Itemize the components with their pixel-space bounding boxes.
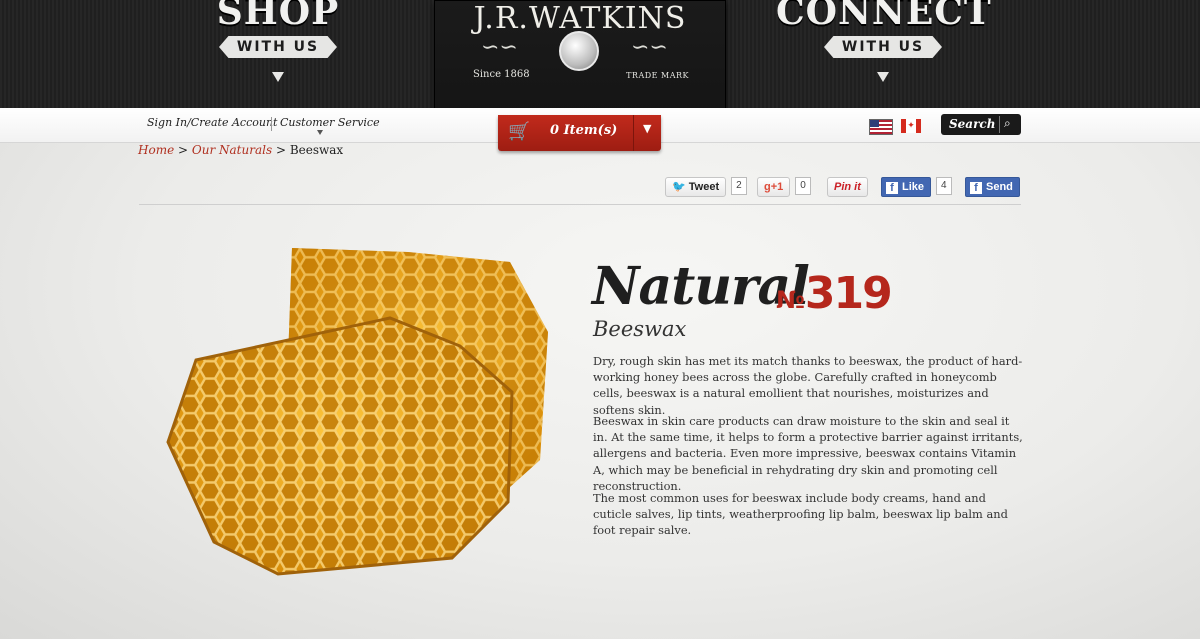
- logo-portrait-icon: [559, 31, 599, 71]
- breadcrumb-home[interactable]: Home: [138, 143, 174, 157]
- facebook-like-label: Like: [902, 181, 925, 193]
- connect-title[interactable]: CONNECT: [776, 0, 991, 36]
- search-label: Search: [949, 117, 996, 131]
- connect-nav[interactable]: CONNECT ❦ WITH US ❦: [776, 0, 991, 82]
- tweet-label: Tweet: [688, 181, 720, 193]
- divider: [271, 117, 272, 131]
- search-button[interactable]: Search ⌕: [941, 114, 1021, 135]
- canada-flag-icon[interactable]: ✦: [901, 119, 921, 133]
- flourish-left-icon: ❦: [185, 42, 199, 58]
- gplus-button[interactable]: g+1: [757, 177, 791, 197]
- logo[interactable]: J.R.WATKINS ∽∽ ∽∽ Since 1868 TRADE MARK: [434, 0, 726, 114]
- search-icon[interactable]: ⌕: [1004, 116, 1011, 131]
- facebook-icon: f: [886, 182, 898, 194]
- pinterest-widget: Pin it: [827, 177, 868, 197]
- connect-ribbon-label: WITH US: [841, 39, 925, 55]
- logo-trademark: TRADE MARK: [626, 71, 689, 80]
- gplus-count: 0: [795, 177, 811, 195]
- facebook-like-button[interactable]: f Like: [881, 177, 932, 197]
- shop-title[interactable]: SHOP: [198, 0, 358, 36]
- connect-dropdown-icon[interactable]: [877, 72, 889, 82]
- cart-icon: 🛒: [508, 121, 531, 142]
- us-flag-icon[interactable]: [869, 119, 893, 135]
- facebook-send-button[interactable]: f Send: [965, 177, 1020, 197]
- logo-swirl-left-icon: ∽∽: [481, 35, 518, 60]
- shop-ribbon[interactable]: ❦ WITH US ❦: [219, 36, 337, 58]
- product-number: №319: [776, 268, 893, 319]
- flourish-right-icon: ❦: [962, 42, 976, 58]
- customer-service-link[interactable]: Customer Service: [280, 116, 380, 129]
- tweet-button[interactable]: 🐦 Tweet: [665, 177, 727, 197]
- facebook-icon: f: [970, 182, 982, 194]
- cart-button[interactable]: 🛒 0 Item(s) ▼: [498, 115, 661, 151]
- top-header: SHOP ❦ WITH US ❦ J.R.WATKINS ∽∽ ∽∽ Since…: [0, 0, 1200, 114]
- product-name: Beeswax: [593, 317, 687, 341]
- facebook-like-widget: f Like 4: [881, 177, 952, 197]
- honeycomb-image: [166, 248, 548, 576]
- gplus-icon: g: [764, 181, 771, 193]
- tweet-widget: 🐦 Tweet 2: [665, 177, 747, 197]
- breadcrumb-separator: >: [275, 143, 286, 157]
- customer-service-caret-icon[interactable]: [317, 130, 323, 135]
- connect-ribbon[interactable]: ❦ WITH US ❦: [824, 36, 942, 58]
- cart-dropdown-icon[interactable]: ▼: [643, 122, 651, 135]
- shop-dropdown-icon[interactable]: [272, 72, 284, 82]
- logo-swirl-right-icon: ∽∽: [631, 35, 668, 60]
- facebook-like-count: 4: [936, 177, 952, 195]
- twitter-icon: 🐦: [672, 181, 686, 193]
- cart-divider: [633, 115, 634, 151]
- product-description-1: Dry, rough skin has met its match thanks…: [593, 354, 1023, 417]
- search-divider: [999, 116, 1000, 133]
- gplus-label: +1: [770, 181, 784, 193]
- breadcrumb-our-naturals[interactable]: Our Naturals: [192, 143, 272, 157]
- facebook-send-label: Send: [986, 181, 1013, 193]
- shop-ribbon-label: WITH US: [236, 39, 320, 55]
- gplus-widget: g+1 0: [757, 177, 811, 197]
- logo-since: Since 1868: [473, 69, 530, 80]
- tweet-count: 2: [731, 177, 747, 195]
- shop-nav[interactable]: SHOP ❦ WITH US ❦: [198, 0, 358, 82]
- facebook-send-widget: f Send: [965, 177, 1020, 197]
- breadcrumb-separator: >: [178, 143, 189, 157]
- flourish-left-icon: ❦: [790, 42, 804, 58]
- cart-count: 0 Item(s): [550, 123, 618, 138]
- flourish-right-icon: ❦: [357, 42, 371, 58]
- sign-in-link[interactable]: Sign In/Create Account: [147, 116, 277, 129]
- breadcrumb: Home > Our Naturals > Beeswax: [138, 143, 343, 157]
- number-prefix: №: [776, 286, 805, 314]
- breadcrumb-current: Beeswax: [289, 143, 344, 157]
- pin-it-button[interactable]: Pin it: [827, 177, 868, 197]
- product-description-3: The most common uses for beeswax include…: [593, 491, 1008, 538]
- divider: [139, 204, 1021, 205]
- product-description-2: Beeswax in skin care products can draw m…: [593, 414, 1023, 493]
- number-value: 319: [804, 268, 893, 319]
